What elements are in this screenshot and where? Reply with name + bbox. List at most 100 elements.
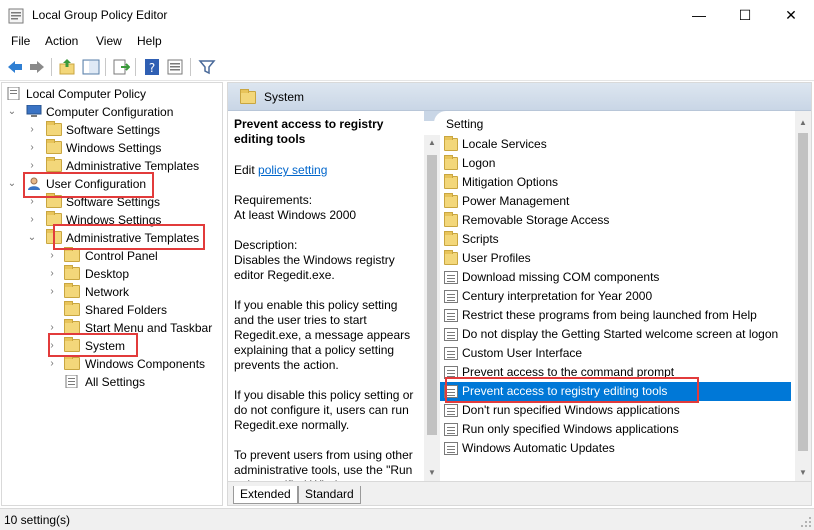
list-item-policy[interactable]: Download missing COM components — [438, 268, 791, 287]
chevron-right-icon[interactable]: › — [26, 139, 38, 157]
scroll-down-icon[interactable]: ▼ — [424, 465, 440, 481]
filter-icon[interactable] — [198, 58, 216, 76]
chevron-down-icon[interactable]: ⌄ — [6, 175, 18, 193]
chevron-down-icon[interactable]: ⌄ — [26, 229, 38, 247]
list-item-folder[interactable]: Removable Storage Access — [438, 211, 791, 230]
details-pane: System Prevent access to registry editin… — [227, 82, 812, 506]
up-folder-icon[interactable] — [58, 58, 76, 76]
settings-list: Setting Locale Services Logon Mitigation O… — [424, 111, 811, 481]
toolbar-separator — [190, 58, 191, 76]
tree-item-computer-configuration[interactable]: ⌄ Computer Configuration — [6, 103, 221, 121]
menu-help[interactable]: Help — [137, 34, 162, 48]
properties-icon[interactable] — [166, 58, 184, 76]
chevron-right-icon[interactable]: › — [46, 265, 58, 283]
requirements-value: At least Windows 2000 — [234, 208, 357, 222]
toolbar-separator — [135, 58, 136, 76]
policy-setting-icon — [444, 347, 458, 360]
folder-icon — [64, 265, 80, 280]
tab-standard[interactable]: Standard — [298, 486, 361, 504]
list-item-label: Power Management — [462, 194, 570, 208]
export-list-icon[interactable] — [112, 58, 130, 76]
tree-item-local-computer-policy[interactable]: Local Computer Policy — [6, 85, 221, 103]
list-item-policy[interactable]: Century interpretation for Year 2000 — [438, 287, 791, 306]
folder-icon — [444, 155, 458, 170]
tree-label: Software Settings — [66, 123, 161, 137]
list-item-folder[interactable]: Mitigation Options — [438, 173, 791, 192]
list-item-label: Download missing COM components — [462, 270, 660, 284]
list-item-policy[interactable]: Custom User Interface — [438, 344, 791, 363]
list-item-policy[interactable]: Do not display the Getting Started welco… — [438, 325, 791, 344]
chevron-right-icon[interactable]: › — [26, 211, 38, 229]
back-icon[interactable] — [6, 58, 24, 76]
list-item-label: Mitigation Options — [462, 175, 559, 189]
tree-item-network[interactable]: › Network — [6, 283, 221, 301]
menu-view[interactable]: View — [96, 34, 122, 48]
scroll-up-icon[interactable]: ▲ — [795, 115, 811, 131]
description-paragraph: If you disable this policy setting or do… — [234, 388, 414, 432]
list-item-folder[interactable]: Logon — [438, 154, 791, 173]
maximize-icon: ☐ — [738, 7, 752, 23]
edit-prefix: Edit — [234, 163, 259, 177]
computer-icon — [26, 105, 42, 117]
folder-icon — [444, 193, 458, 208]
toolbar-separator — [51, 58, 52, 76]
list-item-folder[interactable]: Locale Services — [438, 135, 791, 154]
tree-pane: Local Computer Policy ⌄ Computer Configu… — [1, 82, 223, 506]
close-button[interactable]: ✕ — [768, 0, 814, 31]
tree-item-cc-windows-settings[interactable]: › Windows Settings — [6, 139, 221, 157]
tree-item-all-settings[interactable]: All Settings — [6, 373, 221, 391]
column-header-setting[interactable]: Setting — [446, 117, 483, 131]
description-label: Description: — [234, 238, 298, 252]
chevron-right-icon[interactable]: › — [46, 283, 58, 301]
tab-extended[interactable]: Extended — [233, 486, 298, 504]
list-item-label: Century interpretation for Year 2000 — [462, 289, 653, 303]
menu-file[interactable]: File — [11, 34, 30, 48]
menu-action[interactable]: Action — [45, 34, 78, 48]
minimize-button[interactable]: — — [676, 0, 722, 31]
tree-label: All Settings — [85, 375, 146, 389]
list-item-label: Windows Automatic Updates — [462, 441, 615, 455]
folder-icon — [46, 139, 62, 154]
annotation-box-system — [48, 333, 138, 357]
policy-setting-icon — [444, 290, 458, 303]
status-bar: 10 setting(s) — [0, 508, 814, 530]
folder-icon — [46, 121, 62, 136]
list-item-folder[interactable]: Power Management — [438, 192, 791, 211]
tree-item-cc-software-settings[interactable]: › Software Settings — [6, 121, 221, 139]
scroll-thumb[interactable] — [798, 133, 808, 451]
list-item-label: Run only specified Windows applications — [462, 422, 679, 436]
list-item-policy[interactable]: Run only specified Windows applications — [438, 420, 791, 439]
show-hide-tree-icon[interactable] — [82, 58, 100, 76]
list-item-policy[interactable]: Windows Automatic Updates — [438, 439, 791, 458]
list-item-policy[interactable]: Restrict these programs from being launc… — [438, 306, 791, 325]
folder-icon — [64, 301, 80, 316]
help-icon[interactable]: ? — [143, 58, 161, 76]
scroll-thumb[interactable] — [427, 155, 437, 435]
list-item-label: Logon — [462, 156, 496, 170]
list-item-policy[interactable]: Don't run specified Windows applications — [438, 401, 791, 420]
tree-item-shared-folders[interactable]: Shared Folders — [6, 301, 221, 319]
list-item-label: User Profiles — [462, 251, 531, 265]
folder-icon — [444, 250, 458, 265]
description-paragraph: To prevent users from using other admini… — [234, 448, 413, 481]
scroll-down-icon[interactable]: ▼ — [795, 465, 811, 481]
list-item-folder[interactable]: Scripts — [438, 230, 791, 249]
chevron-right-icon[interactable]: › — [26, 121, 38, 139]
status-text: 10 setting(s) — [4, 513, 71, 527]
edit-policy-link[interactable]: policy setting — [258, 163, 327, 177]
maximize-button[interactable]: ☐ — [722, 0, 768, 31]
group-policy-icon — [8, 8, 24, 24]
tree-item-windows-components[interactable]: › Windows Components — [6, 355, 221, 373]
list-item-folder[interactable]: User Profiles — [438, 249, 791, 268]
menu-bar: File Action View Help — [0, 31, 814, 53]
chevron-right-icon[interactable]: › — [46, 355, 58, 373]
list-scrollbar[interactable]: ▲ ▼ — [795, 111, 811, 481]
annotation-box-administrative-templates — [53, 224, 205, 250]
folder-icon — [64, 283, 80, 298]
resize-grip-icon[interactable] — [800, 516, 812, 528]
chevron-down-icon[interactable]: ⌄ — [6, 103, 18, 121]
forward-icon[interactable] — [28, 58, 46, 76]
scroll-up-icon[interactable]: ▲ — [424, 135, 440, 151]
tree-item-desktop[interactable]: › Desktop — [6, 265, 221, 283]
list-left-scrollbar[interactable]: ▲ ▼ — [424, 135, 440, 481]
